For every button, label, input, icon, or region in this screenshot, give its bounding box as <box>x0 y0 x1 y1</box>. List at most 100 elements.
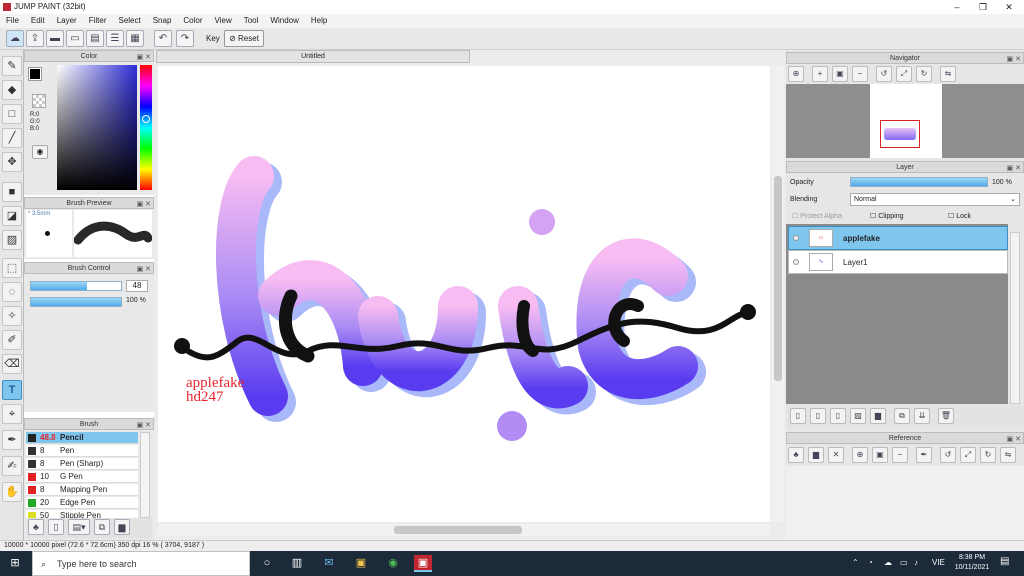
cloud-tray-icon[interactable]: ☁ <box>884 558 892 567</box>
lasso-tool-icon[interactable]: ◌ <box>2 282 22 302</box>
panel-pin-icon[interactable]: ▣ ✕ <box>137 420 151 431</box>
list-icon[interactable]: ☰ <box>106 30 124 47</box>
rectangle-tool-icon[interactable]: □ <box>2 104 22 124</box>
brush-menu-icon[interactable]: ▤▾ <box>68 519 90 535</box>
comment-icon[interactable]: ▬ <box>46 30 64 47</box>
rotate-right-icon[interactable]: ↻ <box>916 66 932 82</box>
zoom-actual-icon[interactable]: ▣ <box>832 66 848 82</box>
brush-size-value[interactable]: 48 <box>126 280 148 292</box>
reference-zoom-actual-icon[interactable]: ▣ <box>872 447 888 463</box>
menu-help[interactable]: Help <box>305 14 333 28</box>
eye-icon[interactable] <box>793 259 799 265</box>
store-icon[interactable]: ▣ <box>352 555 370 572</box>
blending-select[interactable]: Normal ⌄ <box>850 193 1020 206</box>
layer-row[interactable]: ▭ applefake <box>788 226 1008 250</box>
new-layer-1bit-icon[interactable]: ▯ <box>830 408 846 424</box>
transparent-color-swatch[interactable] <box>32 94 46 108</box>
menu-select[interactable]: Select <box>112 14 146 28</box>
merge-layer-icon[interactable]: ⇊ <box>914 408 930 424</box>
brush-list-item[interactable]: 8 Pen (Sharp) <box>26 458 138 470</box>
new-halftone-layer-icon[interactable]: ▨ <box>850 408 866 424</box>
flip-icon[interactable]: ⇋ <box>940 66 956 82</box>
add-brush-group-icon[interactable]: ♣ <box>28 519 44 535</box>
network-icon[interactable]: ◔ <box>868 558 873 567</box>
brush-list-item[interactable]: 8 Pen <box>26 445 138 457</box>
reference-rotate-left-icon[interactable]: ↺ <box>940 447 956 463</box>
fill-rect-tool-icon[interactable]: ■ <box>2 182 22 202</box>
new-layer-icon[interactable]: ▯ <box>790 408 806 424</box>
menu-filter[interactable]: Filter <box>83 14 113 28</box>
select-rect-tool-icon[interactable]: ⬚ <box>2 258 22 278</box>
operation-tool-icon[interactable]: ⌖ <box>2 404 22 424</box>
cloud-icon[interactable]: ☁ <box>6 30 24 47</box>
layer-row[interactable]: ∿ Layer1 <box>788 250 1008 274</box>
zoom-out-icon[interactable]: − <box>852 66 868 82</box>
undo-icon[interactable]: ↶ <box>154 30 172 47</box>
brush-folder-icon[interactable]: ▆ <box>114 519 130 535</box>
reference-zoom-fit-icon[interactable]: ⊕ <box>852 447 868 463</box>
eraser-tool-icon[interactable]: ◆ <box>2 80 22 100</box>
brush-list-item[interactable]: 10 G Pen <box>26 471 138 483</box>
reference-open-icon[interactable]: ▆ <box>808 447 824 463</box>
reference-view[interactable] <box>786 466 1024 540</box>
vertical-scrollbar[interactable] <box>772 66 784 522</box>
vertical-scroll-thumb[interactable] <box>774 176 782 381</box>
navigator-preview-area[interactable] <box>786 84 1024 158</box>
eye-icon[interactable] <box>793 235 799 241</box>
reference-close-icon[interactable]: ✕ <box>828 447 844 463</box>
horizontal-scroll-thumb[interactable] <box>394 526 522 534</box>
hue-slider[interactable] <box>140 65 152 190</box>
task-view-icon[interactable]: ▥ <box>288 555 306 572</box>
reference-flip-icon[interactable]: ⇋ <box>1000 447 1016 463</box>
eyedropper-tool-icon[interactable]: ✒ <box>2 430 22 450</box>
clock[interactable]: 8:38 PM 10/11/2021 <box>952 553 992 573</box>
menu-view[interactable]: View <box>209 14 238 28</box>
lock-checkbox[interactable]: ☐ Lock <box>948 212 971 220</box>
brush-size-slider[interactable] <box>30 281 122 291</box>
reference-eyedropper-icon[interactable]: ✒ <box>916 447 932 463</box>
drawing-canvas[interactable]: applefake hd247 <box>158 66 770 522</box>
horizontal-scrollbar[interactable] <box>158 524 770 536</box>
text-tool-icon[interactable]: T <box>2 380 22 400</box>
magic-wand-tool-icon[interactable]: ✧ <box>2 306 22 326</box>
line-tool-icon[interactable]: ╱ <box>2 128 22 148</box>
duplicate-brush-icon[interactable]: ⧉ <box>94 519 110 535</box>
hue-handle[interactable] <box>142 115 150 123</box>
hand-tool-icon[interactable]: ✋ <box>2 482 22 502</box>
brush-tool-icon[interactable]: ✎ <box>2 56 22 76</box>
close-button[interactable]: ✕ <box>996 0 1022 14</box>
windows-start-icon[interactable]: ⊞ <box>6 555 24 572</box>
minimize-button[interactable]: – <box>944 0 970 14</box>
select-pen-tool-icon[interactable]: ✐ <box>2 330 22 350</box>
volume-icon[interactable]: ♪ <box>914 558 918 567</box>
palette-icon[interactable]: ◉ <box>32 145 48 159</box>
bucket-tool-icon[interactable]: ◪ <box>2 206 22 226</box>
taskbar-search-input[interactable]: ⌕ Type here to search <box>32 551 250 576</box>
reset-button[interactable]: ⊘ Reset <box>224 30 264 47</box>
menu-layer[interactable]: Layer <box>51 14 83 28</box>
panel-pin-icon[interactable]: ▣ ✕ <box>1007 54 1021 65</box>
reference-rotate-right-icon[interactable]: ↻ <box>980 447 996 463</box>
panel-pin-icon[interactable]: ▣ ✕ <box>137 199 151 210</box>
mail-icon[interactable]: ✉ <box>320 555 338 572</box>
message-icon[interactable]: ▭ <box>66 30 84 47</box>
duplicate-layer-icon[interactable]: ⧉ <box>894 408 910 424</box>
new-brush-icon[interactable]: ▯ <box>48 519 64 535</box>
jump-paint-taskbar-icon[interactable]: ▣ <box>414 555 432 572</box>
battery-icon[interactable]: ▭ <box>900 558 908 567</box>
cortana-icon[interactable]: ○ <box>258 555 276 572</box>
panel-pin-icon[interactable]: ▣ ✕ <box>1007 163 1021 174</box>
menu-tool[interactable]: Tool <box>238 14 265 28</box>
select-eraser-tool-icon[interactable]: ⌫ <box>2 354 22 374</box>
grid-icon[interactable]: ▦ <box>126 30 144 47</box>
reference-cloud-icon[interactable]: ♣ <box>788 447 804 463</box>
reference-fit-icon[interactable]: ⤢ <box>960 447 976 463</box>
chrome-icon[interactable]: ◉ <box>384 555 402 572</box>
panel-pin-icon[interactable]: ▣ ✕ <box>137 52 151 63</box>
language-indicator[interactable]: VIE <box>932 558 945 567</box>
tray-chevron-icon[interactable]: ⌃ <box>852 558 859 567</box>
saturation-value-picker[interactable] <box>57 65 137 190</box>
brush-opacity-slider[interactable] <box>30 297 122 307</box>
dropper-alt-tool-icon[interactable]: ✍ <box>2 456 22 476</box>
foreground-color-swatch[interactable] <box>28 67 42 81</box>
